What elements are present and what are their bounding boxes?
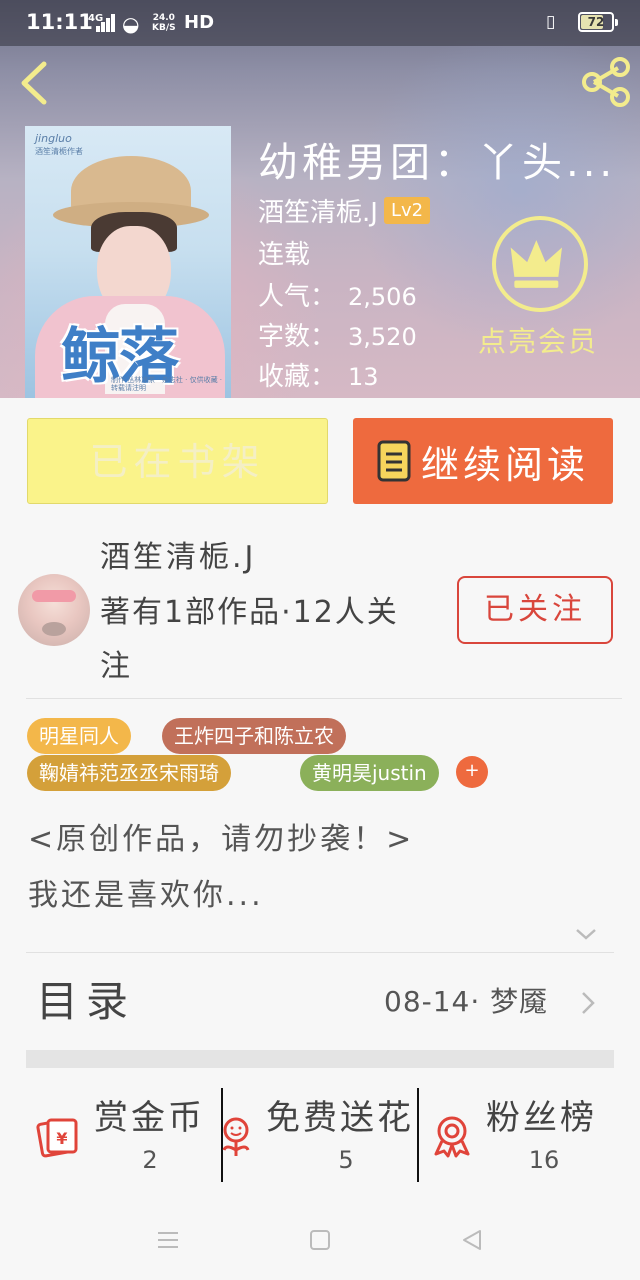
word-count-label: 字数： — [258, 322, 337, 352]
vibrate-icon: ▯ — [546, 12, 556, 32]
level-badge: Lv2 — [383, 197, 431, 224]
chevron-right-icon[interactable] — [580, 990, 596, 1016]
book-cover[interactable]: jingluo 酒笙清栀作者 鲸落 制作 丛林凉茶 · 杂志社 · 仅供收藏 ·… — [25, 126, 231, 398]
description-line: 我还是喜欢你... — [28, 878, 264, 913]
book-info: 幼稚男团：丫头... 酒笙清栀.J Lv2 连载 人气： 2,506 字数： 3,5… — [258, 130, 628, 392]
share-icon[interactable] — [580, 56, 632, 108]
back-arrow-icon[interactable] — [14, 58, 54, 108]
book-author[interactable]: 酒笙清栀.J — [258, 192, 378, 229]
author-name[interactable]: 酒笙清栀.J — [100, 532, 256, 576]
popularity-stat: 人气： 2,506 — [258, 276, 417, 313]
vip-crown-icon[interactable] — [492, 216, 588, 312]
free-flower-label[interactable]: 免费送花 — [266, 1090, 414, 1139]
tag-item[interactable]: 黄明昊justin — [300, 755, 439, 791]
status-bar: 11:11 4G ◒ 24.0 KB/S HD ▯ 72 — [0, 0, 640, 46]
signal-icon — [96, 14, 116, 32]
free-flower-count: 5 — [338, 1146, 354, 1174]
expand-chevron-down-icon[interactable] — [574, 926, 598, 942]
book-author-row[interactable]: 酒笙清栀.J Lv2 — [258, 192, 431, 229]
battery-icon: 72 — [578, 12, 618, 32]
catalog-label[interactable]: 目录 — [36, 968, 136, 1029]
back-triangle-icon[interactable] — [460, 1228, 484, 1252]
tag-item[interactable]: 鞠婧祎范丞丞宋雨琦 — [27, 755, 231, 791]
continue-reading-button[interactable]: 继续阅读 — [353, 418, 613, 504]
word-count-value: 3,520 — [348, 323, 417, 351]
popularity-label: 人气： — [258, 282, 337, 312]
cover-top-text: jingluo — [35, 132, 72, 145]
section-separator — [26, 1050, 614, 1068]
wifi-icon: ◒ — [122, 12, 140, 36]
latest-chapter[interactable]: 08-14· 梦魇 — [384, 980, 548, 1020]
book-title: 幼稚男团：丫头... — [258, 140, 617, 186]
cover-small-text: 制作 丛林凉茶 · 杂志社 · 仅供收藏 · 转载请注明 — [111, 376, 223, 392]
tag-item[interactable]: 王炸四子和陈立农 — [162, 718, 346, 754]
in-bookshelf-button[interactable]: 已在书架 — [27, 418, 328, 504]
description-line: <原创作品，请勿抄袭！> — [28, 822, 415, 857]
vip-label[interactable]: 点亮会员 — [478, 320, 598, 360]
svg-text:¥: ¥ — [56, 1129, 67, 1148]
popularity-value: 2,506 — [348, 283, 417, 311]
fan-ranking-count: 16 — [528, 1146, 560, 1174]
tag-item[interactable]: 明星同人 — [27, 718, 131, 754]
flower-icon[interactable] — [214, 1114, 258, 1158]
reward-coin-label[interactable]: 赏金币 — [94, 1090, 205, 1139]
book-header: 11:11 4G ◒ 24.0 KB/S HD ▯ 72 jingluo 酒笙清栀… — [0, 0, 640, 398]
favorites-value: 13 — [348, 363, 379, 391]
fan-ranking-label[interactable]: 粉丝榜 — [486, 1090, 597, 1139]
divider — [417, 1088, 419, 1182]
divider — [26, 952, 614, 953]
home-icon[interactable] — [310, 1230, 330, 1250]
reward-coin-count: 2 — [142, 1146, 158, 1174]
gold-coin-envelope-icon[interactable]: ¥ — [36, 1114, 80, 1158]
continue-reading-label: 继续阅读 — [420, 442, 589, 487]
book-status: 连载 — [258, 240, 311, 270]
divider — [26, 698, 622, 699]
system-nav-bar — [0, 1200, 640, 1280]
book-icon — [377, 440, 411, 482]
book-description: <原创作品，请勿抄袭！> 我还是喜欢你... — [28, 812, 414, 924]
more-tags-button[interactable]: + — [456, 756, 488, 788]
author-description: 著有1部作品·12人关注 — [100, 595, 399, 684]
favorites-stat: 收藏： 13 — [258, 356, 379, 393]
follow-button[interactable]: 已关注 — [457, 576, 613, 644]
status-time: 11:11 — [26, 10, 93, 34]
menu-icon[interactable] — [156, 1230, 180, 1250]
word-count-stat: 字数： 3,520 — [258, 316, 417, 353]
network-speed: 24.0 KB/S — [152, 13, 176, 33]
favorites-label: 收藏： — [258, 362, 337, 392]
author-avatar[interactable] — [18, 574, 90, 646]
hd-indicator: HD — [184, 12, 215, 33]
ribbon-medal-icon[interactable] — [430, 1114, 474, 1158]
cover-sub-text: 酒笙清栀作者 — [35, 147, 83, 156]
